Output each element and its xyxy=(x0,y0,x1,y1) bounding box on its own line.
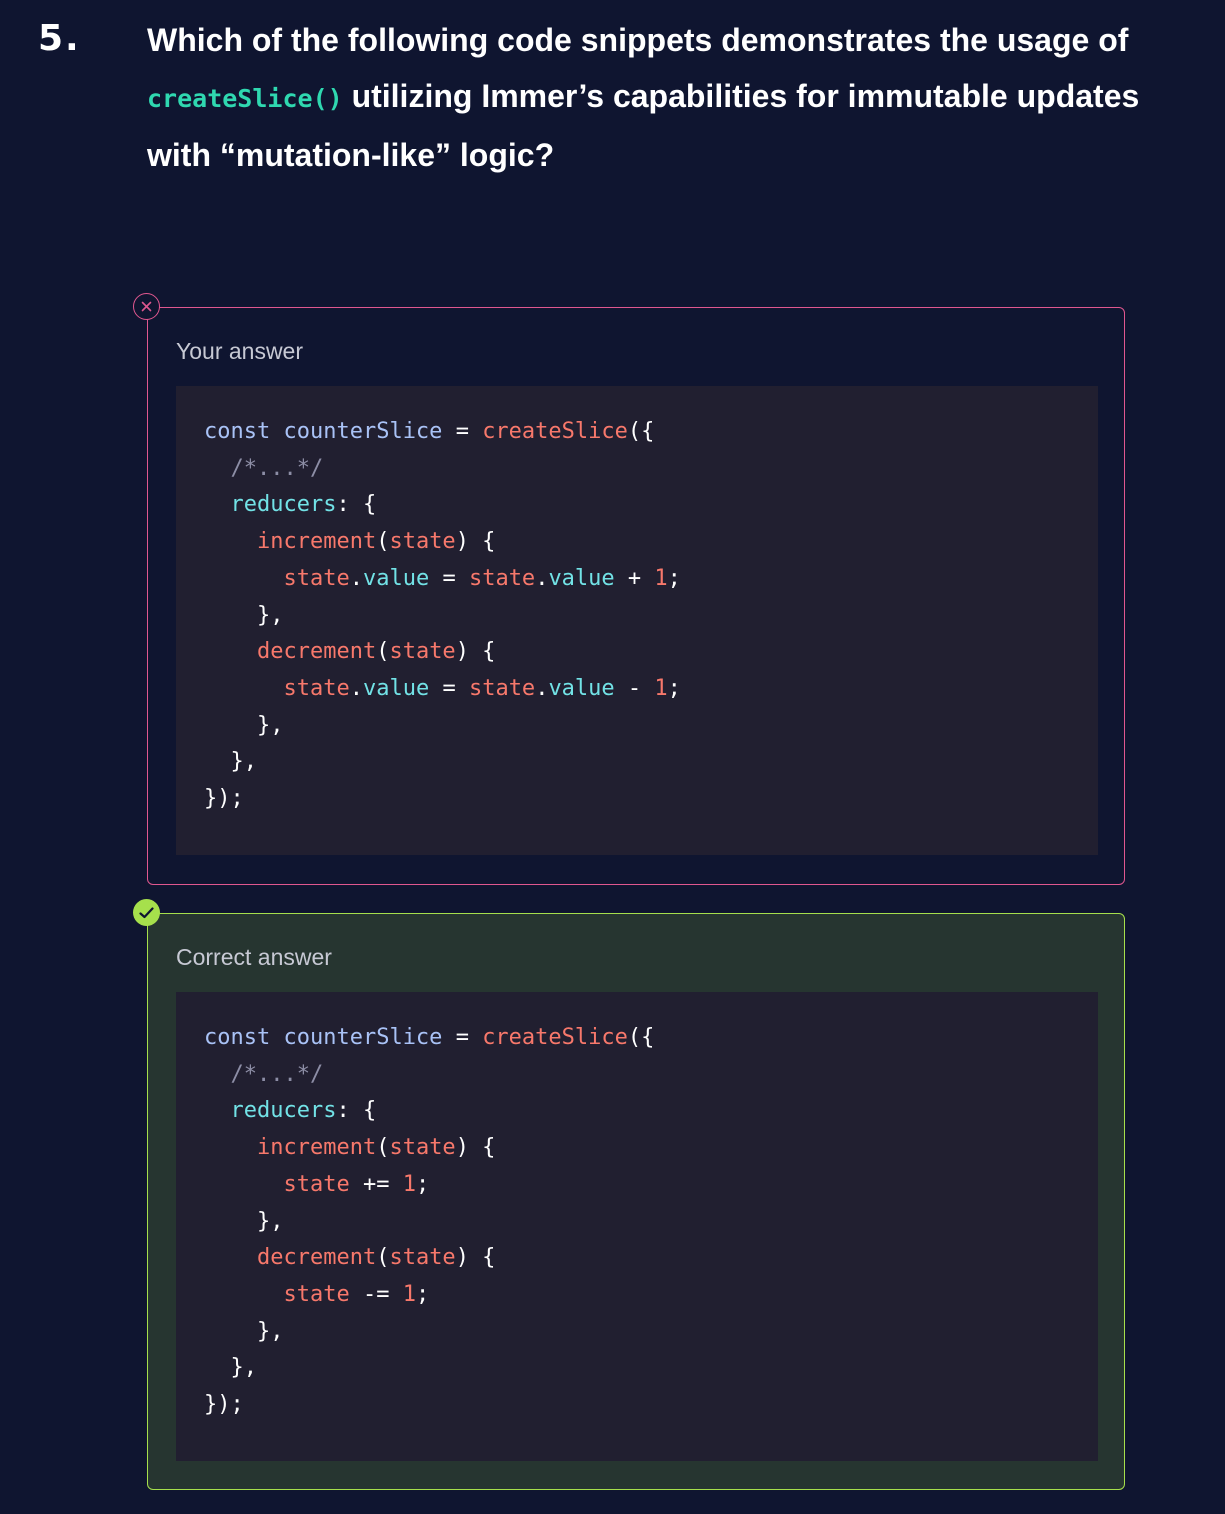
code-token: }, xyxy=(230,749,258,775)
code-token: value xyxy=(548,565,615,591)
correct-answer-code-block: const counterSlice = createSlice({ /*...… xyxy=(176,992,1098,1461)
correct-answer-label: Correct answer xyxy=(176,944,332,970)
code-token: state xyxy=(389,1135,456,1161)
code-token: ) { xyxy=(455,639,496,665)
code-token: }, xyxy=(256,712,284,738)
code-token: value xyxy=(362,565,430,591)
code-token: state xyxy=(389,529,456,555)
code-token: }); xyxy=(204,786,244,812)
code-token: ( xyxy=(376,639,390,665)
code-token: value xyxy=(362,675,430,701)
code-token: state xyxy=(283,565,350,591)
code-token: ) { xyxy=(455,1135,496,1161)
code-token: const xyxy=(204,419,271,444)
code-token: counterSlice xyxy=(283,1025,443,1050)
code-token: createSlice xyxy=(482,419,628,444)
code-token: }, xyxy=(256,1318,284,1344)
code-token: state xyxy=(468,675,536,701)
code-token: = xyxy=(442,565,456,591)
code-token: + xyxy=(627,565,642,591)
code-token: increment xyxy=(256,529,377,555)
code-token: 1 xyxy=(402,1171,416,1197)
code-token: : { xyxy=(336,1098,377,1124)
code-token: reducers xyxy=(230,1098,337,1124)
question-inline-code: createSlice() xyxy=(147,84,343,113)
code-token: -= xyxy=(362,1281,390,1307)
code-token: state xyxy=(389,1245,456,1271)
code-token: state xyxy=(389,639,456,665)
code-token: += xyxy=(362,1171,390,1197)
code-token: reducers xyxy=(230,492,337,518)
your-answer-label: Your answer xyxy=(176,338,304,364)
code-token: counterSlice xyxy=(283,419,443,444)
question-text-before: Which of the following code snippets dem… xyxy=(147,22,1129,58)
code-token: = xyxy=(442,675,456,701)
code-token: 1 xyxy=(654,675,668,701)
code-token: state xyxy=(283,1281,350,1307)
code-token: ( xyxy=(376,1245,390,1271)
code-token: state xyxy=(283,1171,350,1197)
code-token: . xyxy=(349,565,363,591)
code-token: ; xyxy=(667,675,681,701)
code-token: ( xyxy=(376,529,390,555)
code-token: ; xyxy=(415,1171,430,1197)
code-token: ({ xyxy=(627,419,655,444)
code-token: . xyxy=(535,565,549,591)
question-number: 5. xyxy=(38,18,81,59)
code-token: state xyxy=(468,565,536,591)
code-token: increment xyxy=(256,1135,377,1161)
code-token: state xyxy=(283,675,350,701)
code-token: }, xyxy=(256,602,284,628)
code-token: value xyxy=(548,675,615,701)
code-token: const xyxy=(204,1025,271,1050)
code-token: }); xyxy=(204,1392,244,1418)
code-token: ) { xyxy=(455,1245,496,1271)
code-comment: /*...*/ xyxy=(230,1061,324,1087)
code-token: ; xyxy=(667,565,681,591)
correct-answer-card: Correct answer const counterSlice = crea… xyxy=(133,899,1125,1490)
check-icon xyxy=(133,899,160,926)
your-answer-code: const counterSlice = createSlice({ /*...… xyxy=(204,414,681,818)
code-token: ( xyxy=(376,1135,390,1161)
code-token: ; xyxy=(415,1281,430,1307)
correct-answer-code: const counterSlice = createSlice({ /*...… xyxy=(204,1020,654,1424)
code-token: . xyxy=(535,675,549,701)
code-token: ({ xyxy=(627,1025,655,1050)
question-text: Which of the following code snippets dem… xyxy=(147,12,1157,183)
code-token: = xyxy=(455,419,469,444)
code-token: = xyxy=(455,1025,469,1050)
code-token: . xyxy=(349,675,363,701)
your-answer-card: Your answer const counterSlice = createS… xyxy=(133,293,1125,885)
code-token: createSlice xyxy=(482,1025,628,1050)
your-answer-code-block: const counterSlice = createSlice({ /*...… xyxy=(176,386,1098,855)
code-token: ) { xyxy=(455,529,496,555)
code-token: - xyxy=(627,675,642,701)
x-icon xyxy=(133,293,160,320)
code-token: 1 xyxy=(402,1281,416,1307)
code-token: decrement xyxy=(256,639,377,665)
code-token: decrement xyxy=(256,1245,377,1271)
code-token: : { xyxy=(336,492,377,518)
code-token: 1 xyxy=(654,565,668,591)
code-token: }, xyxy=(256,1208,284,1234)
code-comment: /*...*/ xyxy=(230,455,324,481)
code-token: }, xyxy=(230,1355,258,1381)
